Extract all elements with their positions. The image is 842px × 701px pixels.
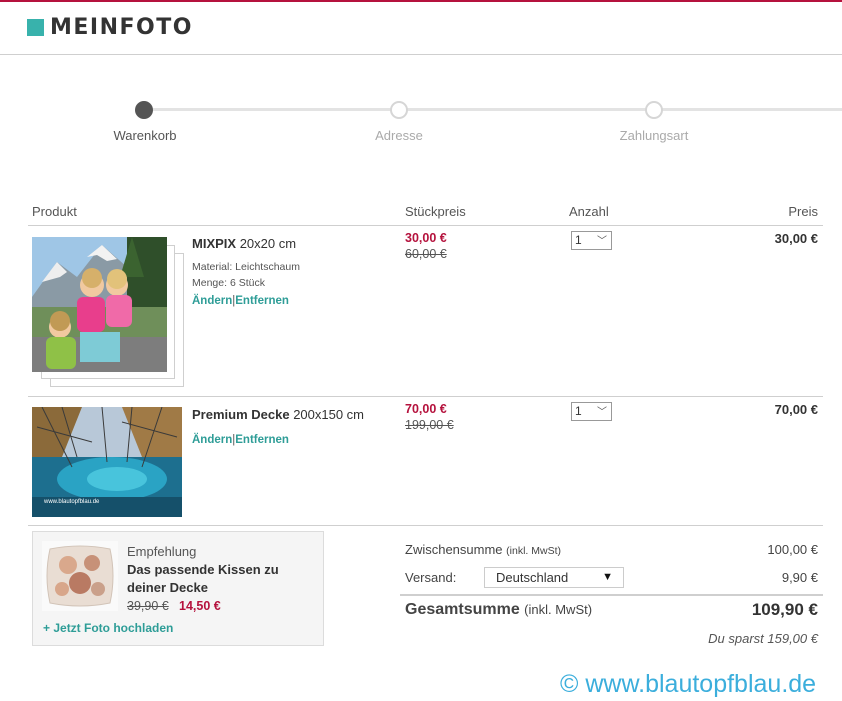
quantity-value: 1: [575, 233, 582, 247]
shipping-country: Deutschland: [496, 570, 569, 585]
subtotal-text: Zwischensumme: [405, 542, 503, 557]
line-total: 30,00 €: [774, 231, 818, 246]
unit-price-new: 70,00 €: [405, 402, 447, 416]
column-header-unit-price: Stückpreis: [405, 204, 466, 219]
column-header-product: Produkt: [32, 204, 77, 219]
edit-link[interactable]: Ändern: [192, 434, 232, 446]
logo-text: MEINFOTO: [50, 15, 193, 40]
product-image-blanket[interactable]: www.blautopfblau.de: [32, 407, 182, 517]
savings-text: Du sparst 159,00 €: [708, 631, 818, 646]
product-size: 20x20 cm: [239, 236, 297, 251]
line-total: 70,00 €: [774, 402, 818, 417]
remove-link[interactable]: Entfernen: [235, 434, 289, 446]
unit-price-old: 60,00 €: [405, 247, 447, 261]
watermark: © www.blautopfblau.de: [560, 670, 817, 698]
chevron-down-icon: ﹀: [597, 407, 607, 418]
recommendation-product[interactable]: Das passende Kissen zu deiner Decke: [127, 561, 307, 597]
product-title: Premium Decke: [192, 407, 290, 422]
step-dot-address: [390, 101, 408, 119]
cushion-photo-icon: [42, 541, 118, 611]
grand-total-text: Gesamtsumme: [405, 601, 520, 618]
logo-square-icon: [27, 19, 44, 36]
grand-total-value: 109,90 €: [751, 600, 818, 619]
column-header-quantity: Anzahl: [569, 204, 609, 219]
quantity-select[interactable]: 1 ﹀: [571, 402, 612, 421]
quantity-value: 1: [575, 404, 582, 418]
step-cart[interactable]: Warenkorb: [75, 128, 215, 143]
grand-total-label: Gesamtsumme (inkl. MwSt): [405, 601, 592, 619]
product-actions: Ändern|Entfernen: [192, 434, 289, 446]
divider: [28, 525, 823, 526]
recommendation-box: Empfehlung Das passende Kissen zu deiner…: [32, 531, 324, 646]
quantity-select[interactable]: 1 ﹀: [571, 231, 612, 250]
step-payment: Zahlungsart: [619, 128, 689, 143]
grand-total-note: (inkl. MwSt): [524, 602, 593, 617]
unit-price-new: 30,00 €: [405, 231, 447, 245]
remove-link[interactable]: Entfernen: [235, 295, 289, 307]
recommendation-price-new: 14,50 €: [179, 599, 221, 613]
divider: [28, 396, 823, 397]
summary-divider: [400, 594, 823, 596]
product-name: Premium Decke 200x150 cm: [192, 407, 364, 422]
children-photo-icon: [32, 237, 167, 372]
divider: [28, 225, 823, 226]
product-amount: Menge: 6 Stück: [192, 277, 265, 289]
product-title: MIXPIX: [192, 236, 237, 251]
step-address: Adresse: [375, 128, 423, 143]
subtotal-value: 100,00 €: [767, 542, 818, 557]
step-dot-cart: [135, 101, 153, 119]
cushion-image[interactable]: [42, 541, 118, 611]
edit-link[interactable]: Ändern: [192, 295, 232, 307]
column-header-price: Preis: [788, 204, 818, 219]
chevron-down-icon: ﹀: [597, 236, 607, 247]
subtotal-note: (inkl. MwSt): [506, 545, 561, 557]
checkout-progress-line: [144, 108, 842, 111]
dropdown-triangle-icon: ▼: [602, 571, 613, 583]
product-name: MIXPIX 20x20 cm: [192, 236, 296, 251]
unit-price-old: 199,00 €: [405, 418, 454, 432]
shipping-value: 9,90 €: [781, 570, 818, 585]
logo[interactable]: MEINFOTO: [27, 15, 193, 40]
shipping-country-select[interactable]: Deutschland ▼: [484, 567, 624, 588]
recommendation-price-old: 39,90 €: [127, 599, 169, 613]
step-dot-payment: [645, 101, 663, 119]
site-header: MEINFOTO: [0, 2, 842, 55]
product-image-mixpix[interactable]: [32, 237, 167, 372]
subtotal-label: Zwischensumme (inkl. MwSt): [405, 542, 561, 557]
product-actions: Ändern|Entfernen: [192, 295, 289, 307]
shipping-label: Versand:: [405, 570, 457, 585]
product-material: Material: Leichtschaum: [192, 261, 300, 273]
recommendation-title: Empfehlung: [127, 544, 197, 559]
upload-photo-link[interactable]: + Jetzt Foto hochladen: [43, 621, 173, 635]
photo-caption: www.blautopfblau.de: [44, 499, 100, 505]
product-size: 200x150 cm: [293, 407, 365, 422]
